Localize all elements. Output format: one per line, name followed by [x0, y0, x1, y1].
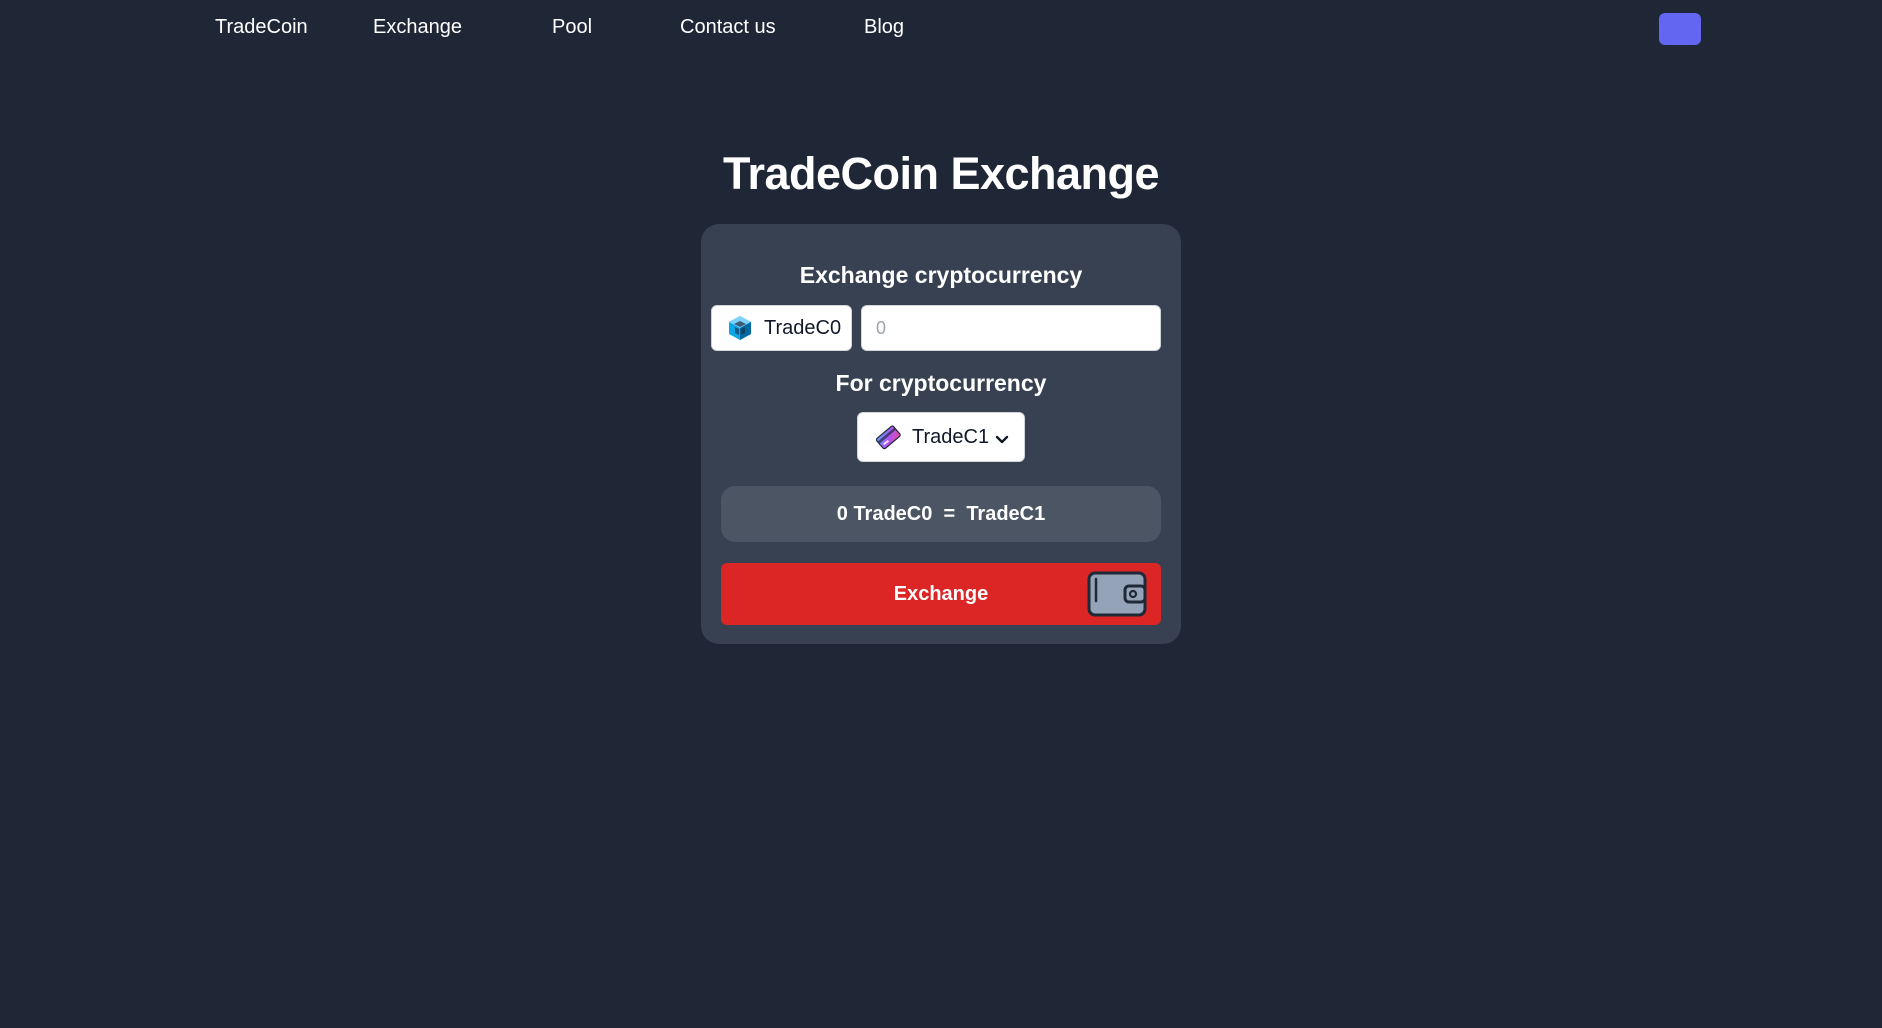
connect-wallet-button[interactable]: [1659, 13, 1701, 45]
wallet-icon: [1087, 571, 1147, 617]
nav-link-contact-us[interactable]: Contact us: [680, 16, 776, 39]
from-section-label: Exchange cryptocurrency: [799, 262, 1083, 288]
to-section-label: For cryptocurrency: [835, 370, 1047, 396]
to-token-select[interactable]: TradeC1: [857, 412, 1025, 462]
nav-link-tradecoin[interactable]: TradeCoin: [215, 16, 308, 39]
rate-amount: 0: [836, 502, 848, 525]
nav-link-blog[interactable]: Blog: [864, 16, 904, 39]
cube-icon: [726, 314, 754, 342]
nav-link-exchange[interactable]: Exchange: [373, 16, 462, 39]
from-token-name: TradeC0: [764, 316, 842, 339]
crypto-card-icon: [874, 423, 902, 451]
top-nav: TradeCoin Exchange Pool Contact us Blog: [0, 0, 1882, 56]
chevron-down-icon: [995, 430, 1009, 444]
rate-from-token: TradeC0: [853, 502, 933, 525]
from-token-button[interactable]: TradeC0: [711, 305, 852, 351]
exchange-button[interactable]: Exchange: [721, 563, 1161, 625]
rate-to-token: TradeC1: [966, 502, 1046, 525]
nav-link-pool[interactable]: Pool: [552, 16, 592, 39]
exchange-rate-display: 0 TradeC0 = TradeC1: [721, 486, 1161, 542]
to-token-name: TradeC1: [912, 425, 990, 448]
rate-equals: =: [943, 502, 956, 525]
exchange-card: Exchange cryptocurrency TradeC0 For cryp…: [701, 224, 1181, 644]
amount-input[interactable]: [861, 305, 1161, 351]
page-title: TradeCoin Exchange: [722, 148, 1160, 199]
